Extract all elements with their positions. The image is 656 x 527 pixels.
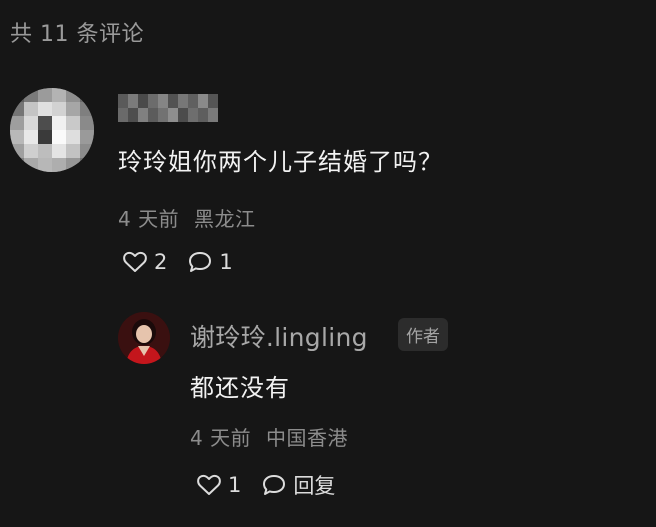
- reply-location: 中国香港: [265, 426, 348, 450]
- comment-meta: 4 天前 黑龙江: [118, 203, 255, 232]
- reply-like-count: 1: [228, 473, 242, 497]
- speech-bubble-icon: [263, 475, 286, 495]
- author-avatar[interactable]: [118, 312, 170, 364]
- comment-actions: 2 1: [122, 250, 253, 274]
- like-button[interactable]: 2: [122, 250, 167, 274]
- heart-outline-icon: [197, 474, 221, 495]
- comment-text: 玲玲姐你两个儿子结婚了吗？: [118, 148, 443, 176]
- reply-like-button[interactable]: 1: [196, 473, 241, 497]
- username-blurred-row2: [118, 108, 218, 136]
- avatar[interactable]: [10, 88, 94, 172]
- comment-location: 黑龙江: [193, 207, 256, 231]
- reply-actions: 1 回复: [196, 470, 355, 500]
- author-portrait-icon: [118, 312, 170, 364]
- reply-text: 都还没有: [190, 374, 290, 402]
- author-username[interactable]: 谢玲玲.lingling: [190, 318, 368, 354]
- comment-time: 4 天前: [118, 207, 180, 231]
- author-badge: 作者: [398, 318, 448, 351]
- reply-meta: 4 天前 中国香港: [190, 422, 348, 451]
- like-count: 2: [154, 250, 168, 274]
- speech-bubble-icon: [189, 252, 212, 272]
- reply-count-button[interactable]: 1: [187, 250, 233, 274]
- reply-count: 1: [219, 250, 233, 274]
- reply-label: 回复: [293, 474, 336, 498]
- heart-outline-icon: [123, 251, 147, 272]
- comment-count-header: 共 11 条评论: [10, 22, 144, 47]
- reply-time: 4 天前: [190, 426, 252, 450]
- reply-button[interactable]: 回复: [261, 470, 335, 500]
